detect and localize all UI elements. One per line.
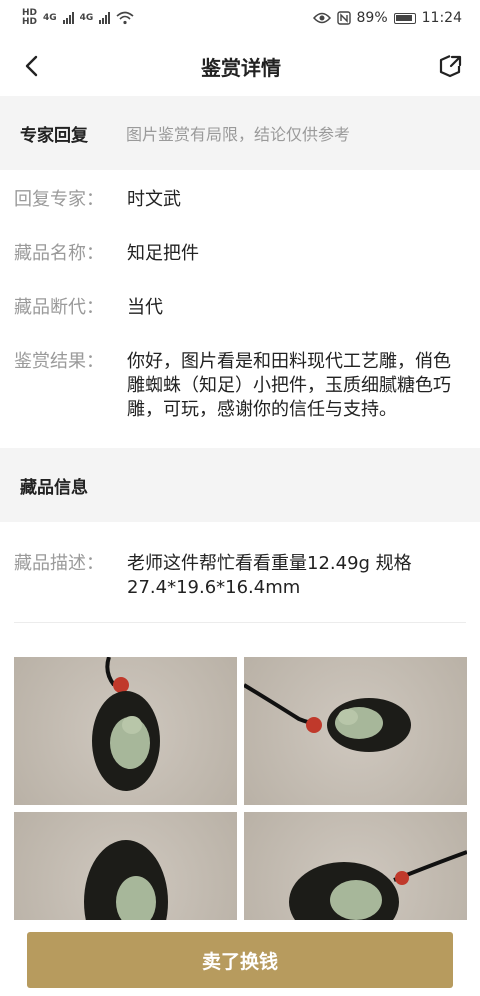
detail-value: 时文武: [127, 189, 181, 210]
collection-photo[interactable]: [14, 657, 237, 805]
battery-icon: [393, 12, 416, 24]
wifi-icon: [116, 11, 134, 25]
appraisal-details: 回复专家： 时文武 藏品名称： 知足把件 藏品断代： 当代 鉴赏结果： 你好，图…: [0, 170, 480, 422]
detail-row-expert: 回复专家： 时文武: [14, 188, 480, 212]
detail-value: 当代: [127, 297, 163, 318]
photo-grid: [0, 623, 480, 960]
clock: 11:24: [421, 10, 462, 26]
section-heading: 专家回复: [20, 125, 88, 146]
detail-label: 藏品断代：: [14, 297, 104, 318]
expert-reply-header: 专家回复 图片鉴赏有局限，结论仅供参考: [0, 96, 480, 170]
page-title: 鉴赏详情: [201, 55, 281, 80]
collection-photo[interactable]: [244, 657, 467, 805]
chevron-left-icon: [25, 55, 38, 77]
bottom-action-bar: 卖了换钱: [0, 920, 480, 996]
collection-info-header: 藏品信息: [0, 448, 480, 522]
detail-row-description: 藏品描述： 老师这件帮忙看看重量12.49g 规格27.4*19.6*16.4m…: [14, 552, 480, 600]
detail-value: 老师这件帮忙看看重量12.49g 规格27.4*19.6*16.4mm: [127, 553, 412, 598]
battery-percent: 89%: [356, 10, 388, 26]
signal-icon: [62, 12, 74, 24]
nfc-icon: [336, 11, 351, 25]
back-button[interactable]: [16, 50, 48, 82]
nav-bar: 鉴赏详情: [0, 36, 480, 96]
detail-row-name: 藏品名称： 知足把件: [14, 242, 480, 266]
hd-icon: HD HD: [22, 8, 38, 27]
signal-icon: [99, 12, 111, 24]
sell-button[interactable]: 卖了换钱: [27, 932, 453, 988]
disclaimer-note: 图片鉴赏有局限，结论仅供参考: [126, 125, 351, 144]
section-heading: 藏品信息: [20, 477, 88, 498]
detail-label: 藏品名称：: [14, 243, 104, 264]
detail-row-result: 鉴赏结果： 你好，图片看是和田料现代工艺雕，俏色雕蜘蛛（知足）小把件，玉质细腻糖…: [14, 350, 480, 422]
pendant-image: [244, 683, 411, 752]
eye-icon: [312, 12, 331, 24]
detail-label: 鉴赏结果：: [14, 351, 104, 372]
detail-label: 藏品描述：: [14, 553, 104, 574]
network-indicators: HD HD 4G 4G: [22, 9, 134, 27]
share-icon: [439, 54, 462, 78]
detail-value: 你好，图片看是和田料现代工艺雕，俏色雕蜘蛛（知足）小把件，玉质细腻糖色巧雕，可玩…: [127, 351, 451, 420]
share-button[interactable]: [434, 50, 466, 82]
status-bar: HD HD 4G 4G 89% 11:24: [0, 0, 480, 36]
collection-details: 藏品描述： 老师这件帮忙看看重量12.49g 规格27.4*19.6*16.4m…: [0, 522, 480, 600]
detail-label: 回复专家：: [14, 189, 104, 210]
detail-row-era: 藏品断代： 当代: [14, 296, 480, 320]
status-right: 89% 11:24: [312, 10, 462, 26]
detail-value: 知足把件: [127, 243, 199, 264]
pendant-image: [92, 657, 160, 791]
